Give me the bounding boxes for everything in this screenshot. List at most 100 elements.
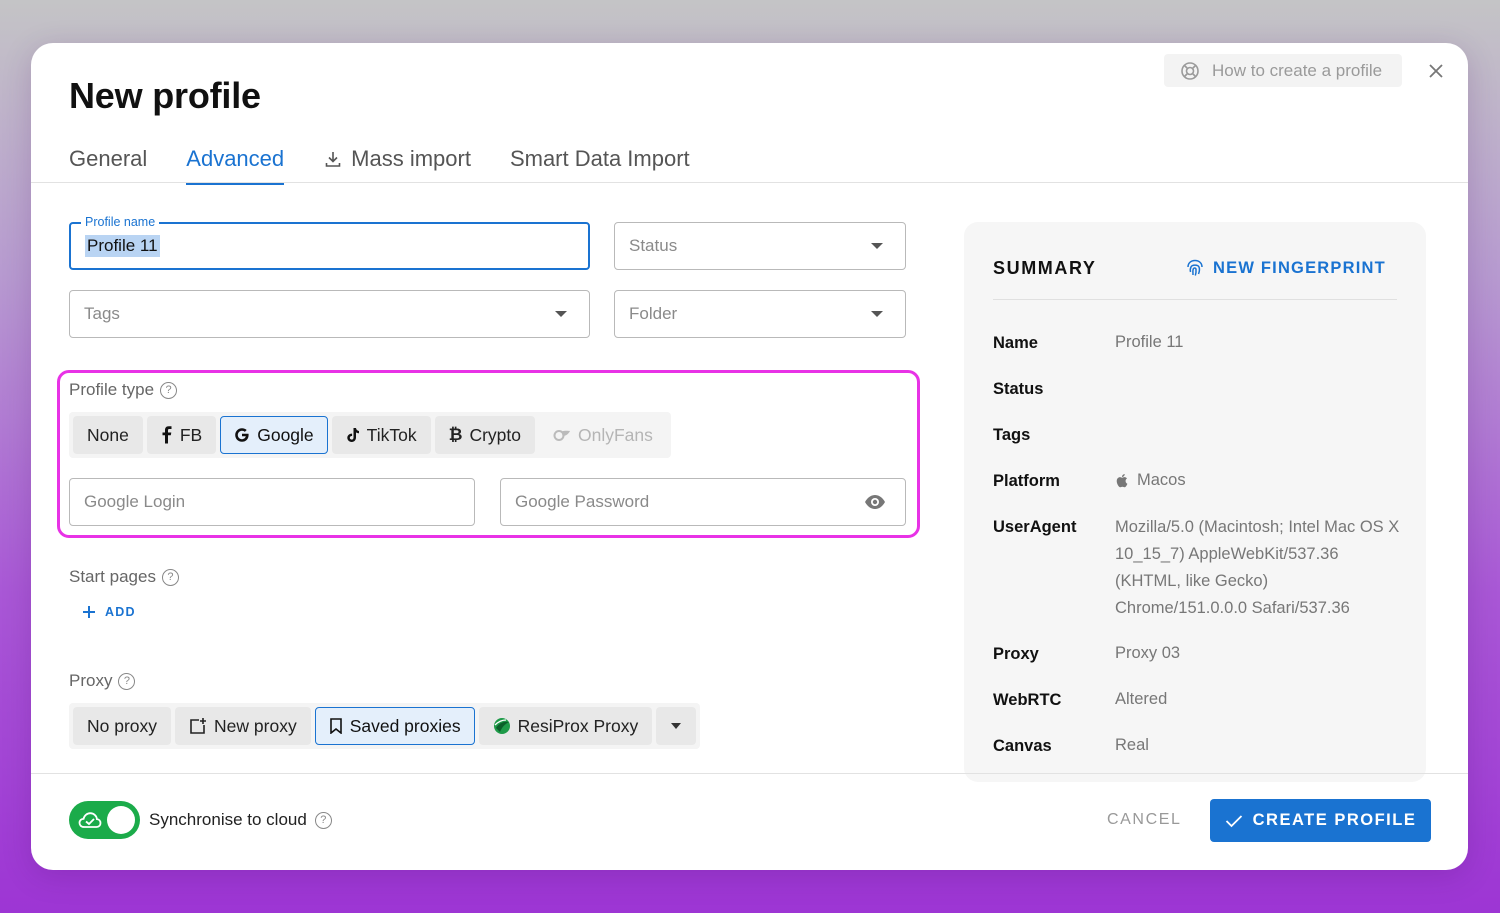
profile-type-onlyfans: OnlyFans	[538, 416, 667, 454]
plus-icon	[83, 606, 95, 618]
summary-divider	[993, 299, 1397, 300]
chip-label: ResiProx Proxy	[517, 715, 639, 736]
apple-icon	[1116, 474, 1128, 488]
chip-label: FB	[179, 424, 203, 445]
folder-dropdown-arrow-icon	[871, 311, 883, 317]
folder-placeholder: Folder	[629, 304, 678, 323]
proxy-new[interactable]: New proxy	[175, 707, 311, 745]
tags-select[interactable]: Tags	[69, 290, 590, 338]
chip-label: TikTok	[366, 424, 417, 445]
google-icon	[235, 428, 249, 442]
new-fingerprint-label: NEW FINGERPRINT	[1213, 258, 1386, 277]
profile-type-selector: None FB Google TikTok ₿ Crypto OnlyFans	[69, 412, 671, 458]
summary-key-platform: Platform	[993, 472, 1060, 490]
profile-type-google[interactable]: Google	[220, 416, 328, 454]
google-login-input[interactable]: Google Login	[69, 478, 475, 526]
status-placeholder: Status	[629, 236, 678, 255]
summary-key-canvas: Canvas	[993, 737, 1052, 755]
chip-label: OnlyFans	[577, 424, 653, 445]
summary-value-platform: Macos	[1137, 471, 1186, 489]
summary-panel: SUMMARY NEW FINGERPRINT Name Profile 11 …	[964, 222, 1426, 782]
add-start-page-button[interactable]: ADD	[82, 605, 136, 619]
tab-smart-data-import[interactable]: Smart Data Import	[510, 135, 690, 183]
summary-value-canvas: Real	[1115, 736, 1149, 754]
fingerprint-icon	[1187, 259, 1203, 276]
summary-key-tags: Tags	[993, 426, 1031, 444]
help-icon[interactable]: ?	[160, 381, 178, 399]
start-pages-heading: Start pages ?	[69, 567, 179, 587]
chip-label: Google	[257, 424, 314, 445]
profile-type-heading: Profile type ?	[69, 380, 178, 400]
sync-label: Synchronise to cloud	[149, 810, 307, 829]
how-to-create-profile-button[interactable]: How to create a profile	[1164, 54, 1402, 87]
eye-icon[interactable]	[864, 494, 886, 510]
help-icon[interactable]: ?	[314, 811, 332, 829]
summary-value-proxy: Proxy 03	[1115, 644, 1181, 662]
proxy-label: Proxy	[69, 671, 113, 690]
summary-key-proxy: Proxy	[993, 645, 1039, 663]
new-profile-dialog: New profile How to create a profile Gene…	[31, 43, 1468, 870]
profile-type-fb[interactable]: FB	[146, 416, 217, 454]
new-fingerprint-button[interactable]: NEW FINGERPRINT	[1185, 258, 1386, 278]
profile-type-none[interactable]: None	[73, 416, 143, 454]
tab-advanced-label: Advanced	[186, 146, 285, 171]
summary-value-useragent: Mozilla/5.0 (Macintosh; Intel Mac OS X 1…	[1115, 518, 1400, 617]
sync-label-row: Synchronise to cloud ?	[149, 810, 332, 830]
cloud-check-icon	[78, 812, 102, 828]
folder-select[interactable]: Folder	[614, 290, 906, 338]
summary-value-name: Profile 11	[1115, 333, 1184, 351]
bitcoin-icon: ₿	[448, 425, 463, 444]
profile-type-tiktok[interactable]: TikTok	[331, 416, 431, 454]
summary-key-status: Status	[993, 380, 1044, 398]
summary-value-platform-row: Macos	[1115, 467, 1186, 494]
tab-general-label: General	[69, 146, 148, 171]
tabs-divider	[31, 182, 1468, 183]
chip-label: New proxy	[214, 715, 297, 736]
tab-general[interactable]: General	[69, 135, 147, 183]
summary-title: SUMMARY	[993, 258, 1097, 278]
profile-type-label: Profile type	[69, 380, 155, 399]
chip-label: Saved proxies	[349, 715, 461, 736]
facebook-icon	[162, 426, 172, 444]
add-label: ADD	[105, 605, 136, 619]
footer-divider	[31, 773, 1468, 774]
profile-name-label: Profile name	[81, 215, 160, 229]
chip-label: Crypto	[469, 424, 521, 445]
proxy-resiprox[interactable]: ResiProx Proxy	[478, 707, 653, 745]
tags-dropdown-arrow-icon	[555, 311, 567, 317]
dialog-title: New profile	[69, 75, 261, 116]
google-login-placeholder: Google Login	[84, 492, 186, 511]
tab-smart-data-import-label: Smart Data Import	[509, 146, 690, 171]
profile-name-field[interactable]: Profile name Profile 11	[69, 215, 590, 270]
tab-advanced[interactable]: Advanced	[186, 135, 285, 185]
proxy-none[interactable]: No proxy	[73, 707, 172, 745]
proxy-selector: No proxy New proxy Saved proxies ResiPro…	[69, 703, 701, 749]
add-proxy-icon	[190, 718, 207, 734]
create-profile-button[interactable]: CREATE PROFILE	[1210, 799, 1431, 842]
profile-type-crypto[interactable]: ₿ Crypto	[434, 416, 535, 454]
help-icon[interactable]: ?	[161, 568, 179, 586]
tags-placeholder: Tags	[84, 304, 120, 323]
tab-mass-import-label: Mass import	[351, 146, 471, 171]
download-icon	[325, 152, 341, 167]
proxy-heading: Proxy ?	[69, 671, 136, 691]
summary-value-webrtc: Altered	[1115, 690, 1168, 708]
google-password-placeholder: Google Password	[515, 492, 650, 511]
bookmark-icon	[329, 718, 342, 734]
help-icon[interactable]: ?	[118, 672, 136, 690]
cancel-button[interactable]: CANCEL	[1107, 811, 1182, 829]
resiprox-icon	[493, 718, 510, 734]
proxy-dropdown-button[interactable]	[656, 707, 697, 745]
google-password-input[interactable]: Google Password	[500, 478, 906, 526]
close-icon[interactable]	[1424, 59, 1448, 83]
create-profile-label: CREATE PROFILE	[1252, 811, 1417, 829]
status-select[interactable]: Status	[614, 222, 906, 270]
proxy-saved[interactable]: Saved proxies	[314, 707, 475, 745]
chip-label: None	[87, 424, 129, 445]
tab-mass-import[interactable]: Mass import	[323, 135, 471, 183]
sync-toggle[interactable]	[69, 801, 140, 839]
lifebuoy-icon	[1181, 61, 1199, 80]
toggle-knob	[107, 806, 135, 834]
chip-label: No proxy	[87, 715, 158, 736]
tab-bar: General Advanced Mass import Smart Data …	[69, 135, 729, 185]
